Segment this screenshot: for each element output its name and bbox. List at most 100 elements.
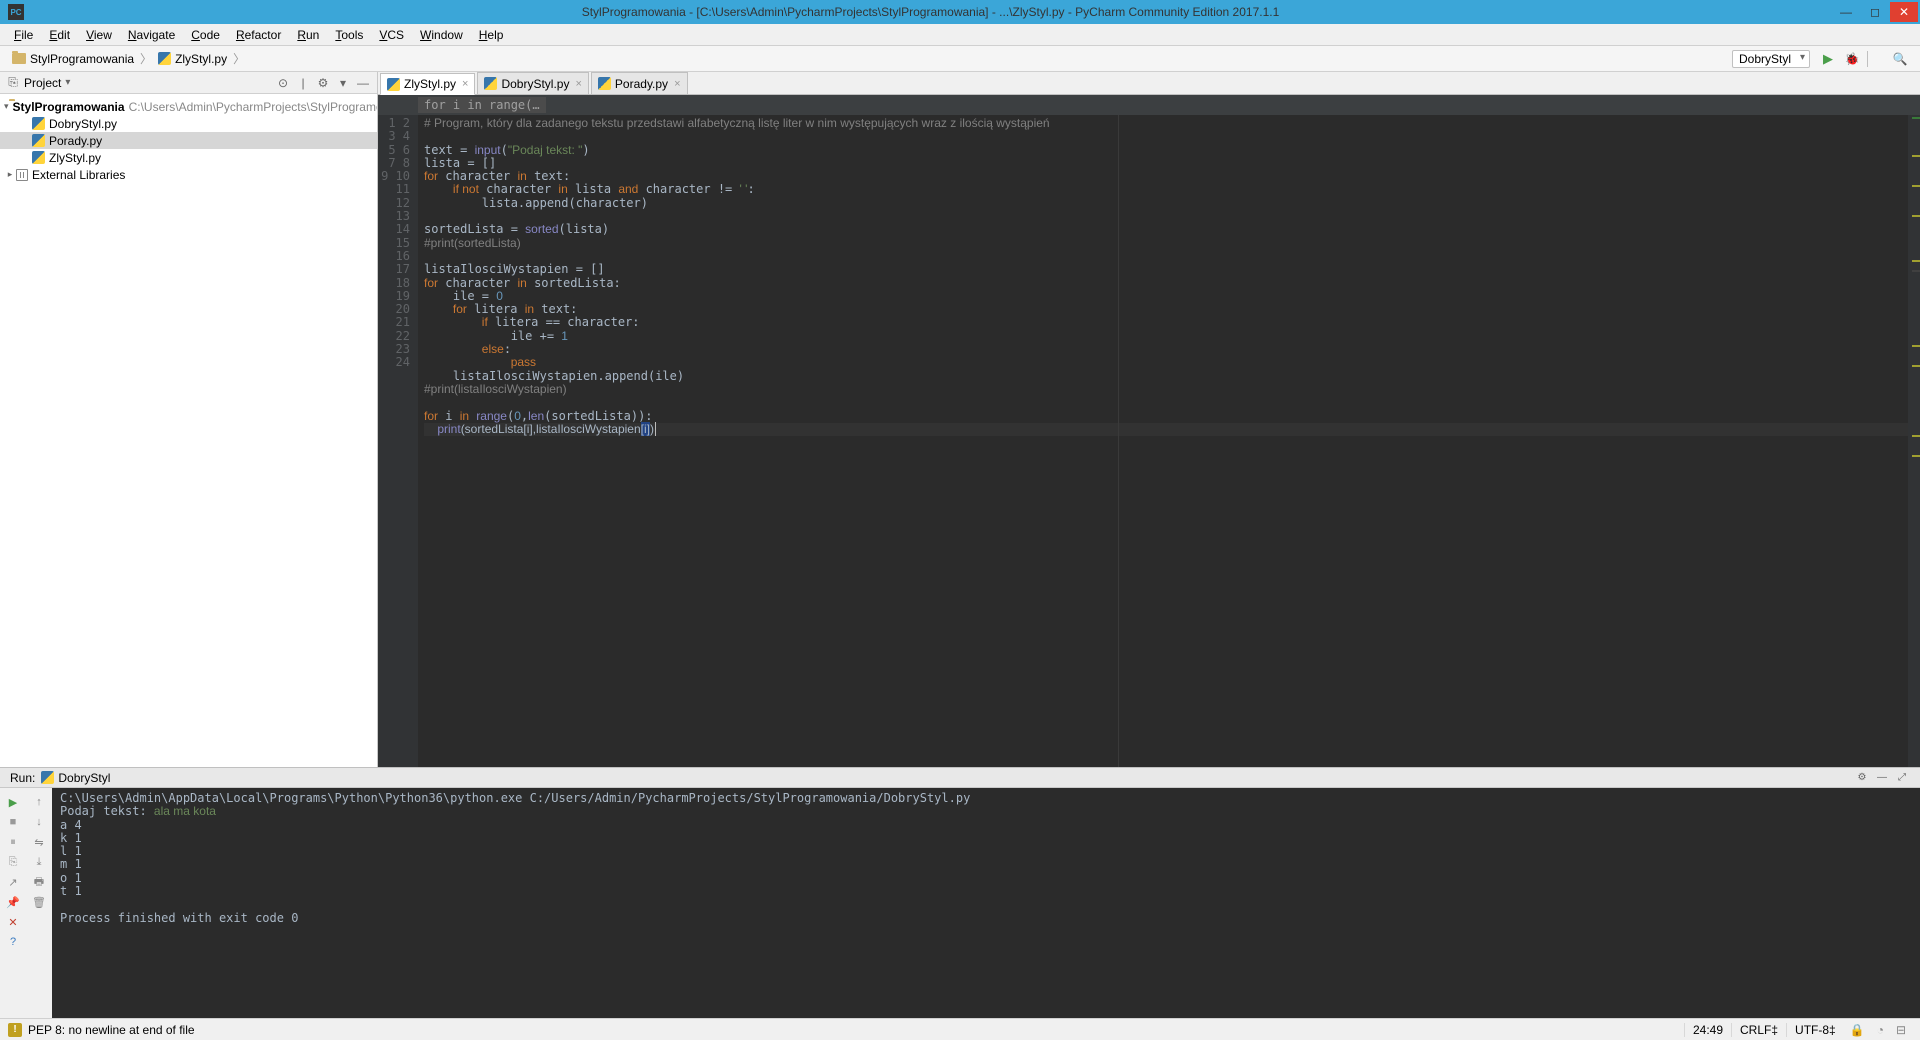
run-button[interactable]: ▶: [1819, 50, 1837, 68]
collapse-all-button[interactable]: ⊙: [275, 76, 291, 90]
inspector-icon[interactable]: ◔: [1871, 1023, 1890, 1037]
error-stripe[interactable]: [1908, 115, 1920, 767]
up-button[interactable]: ↑: [30, 793, 48, 811]
file-encoding[interactable]: UTF-8‡: [1786, 1023, 1844, 1037]
editor-area: ZlyStyl.py×DobryStyl.py×Porady.py× for i…: [378, 72, 1920, 767]
editor-tab[interactable]: ZlyStyl.py ×: [380, 73, 475, 95]
tree-file[interactable]: Porady.py: [0, 132, 377, 149]
chevron-right-icon: 〉: [231, 50, 247, 67]
menu-tools[interactable]: Tools: [327, 26, 371, 44]
menu-help[interactable]: Help: [471, 26, 512, 44]
project-tree[interactable]: ▾ StylProgramowania C:\Users\Admin\Pycha…: [0, 94, 377, 767]
dropdown-icon[interactable]: ▾: [335, 76, 351, 90]
breadcrumb-root[interactable]: StylProgramowania: [8, 52, 138, 66]
pin-tab-button[interactable]: 📌: [4, 893, 22, 911]
cursor-position[interactable]: 24:49: [1684, 1023, 1731, 1037]
lock-icon[interactable]: 🔒: [1844, 1023, 1871, 1037]
status-bar: ! PEP 8: no newline at end of file 24:49…: [0, 1018, 1920, 1040]
close-button[interactable]: ✕: [4, 913, 22, 931]
tab-label: Porady.py: [615, 77, 668, 91]
code-editor[interactable]: # Program, który dla zadanego tekstu prz…: [418, 115, 1908, 767]
menu-code[interactable]: Code: [183, 26, 228, 44]
pin-icon[interactable]: ⎘: [6, 75, 20, 90]
scroll-end-button[interactable]: ⤓: [30, 853, 48, 871]
tree-label: StylProgramowania: [13, 100, 125, 114]
menu-view[interactable]: View: [78, 26, 120, 44]
tree-file[interactable]: ZlyStyl.py: [0, 149, 377, 166]
line-gutter: 1 2 3 4 5 6 7 8 9 10 11 12 13 14 15 16 1…: [378, 115, 418, 767]
editor-tab[interactable]: DobryStyl.py×: [477, 72, 588, 94]
dropdown-icon[interactable]: ▾: [65, 77, 70, 88]
tree-label: Porady.py: [49, 134, 102, 148]
clear-button[interactable]: 🗑: [30, 893, 48, 911]
python-file-icon: [158, 52, 171, 65]
rerun-button[interactable]: ▶: [4, 793, 22, 811]
tree-path: C:\Users\Admin\PycharmProjects\StylProgr…: [129, 100, 377, 114]
folder-icon: [12, 53, 26, 64]
tree-file[interactable]: DobryStyl.py: [0, 115, 377, 132]
run-panel-header: Run: DobryStyl ⚙ — ⤢: [0, 768, 1920, 788]
run-panel: Run: DobryStyl ⚙ — ⤢ ▶ ■ ⏸ ⎘ ↗ 📌 ✕ ? ↑ ↓: [0, 768, 1920, 1018]
run-config-selector[interactable]: DobryStyl: [1732, 50, 1810, 68]
maximize-button[interactable]: ◻: [1861, 2, 1889, 22]
expand-icon[interactable]: ▾: [4, 101, 9, 112]
breadcrumb-label: StylProgramowania: [30, 52, 134, 66]
menu-bar: FileEditViewNavigateCodeRefactorRunTools…: [0, 24, 1920, 46]
window-title: StylProgramowania - [C:\Users\Admin\Pych…: [30, 5, 1831, 19]
help-button[interactable]: ?: [4, 933, 22, 951]
python-file-icon: [387, 78, 400, 91]
divider: [1867, 51, 1885, 67]
tree-label: ZlyStyl.py: [49, 151, 101, 165]
menu-window[interactable]: Window: [412, 26, 471, 44]
settings-icon[interactable]: ⚙: [315, 76, 331, 90]
restore-layout-button[interactable]: ↗: [4, 873, 22, 891]
app-icon: PC: [8, 4, 24, 20]
pause-button[interactable]: ⏸: [4, 833, 22, 851]
search-button[interactable]: 🔍: [1891, 50, 1909, 68]
code-area[interactable]: 1 2 3 4 5 6 7 8 9 10 11 12 13 14 15 16 1…: [378, 115, 1920, 767]
settings-icon[interactable]: ⚙: [1854, 772, 1870, 783]
tree-label: DobryStyl.py: [49, 117, 117, 131]
run-config-label: DobryStyl: [41, 771, 110, 785]
tab-label: ZlyStyl.py: [404, 77, 456, 91]
project-panel: ⎘ Project ▾ ⊙ | ⚙ ▾ — ▾ StylProgramowani…: [0, 72, 378, 767]
python-file-icon: [41, 771, 54, 784]
status-message: PEP 8: no newline at end of file: [28, 1023, 195, 1037]
expand-icon[interactable]: ▸: [4, 169, 16, 180]
editor-tab[interactable]: Porady.py ×: [591, 72, 688, 94]
menu-refactor[interactable]: Refactor: [228, 26, 289, 44]
restore-panel-button[interactable]: ⤢: [1894, 772, 1910, 783]
minimize-panel-button[interactable]: —: [1874, 772, 1890, 783]
close-tab-icon[interactable]: ×: [674, 78, 680, 90]
close-button[interactable]: ✕: [1890, 2, 1918, 22]
print-button[interactable]: 🖶: [30, 873, 48, 891]
menu-navigate[interactable]: Navigate: [120, 26, 183, 44]
code-breadcrumb-bar: for i in range(…: [378, 95, 1920, 115]
minimize-button[interactable]: —: [1832, 2, 1860, 22]
hide-button[interactable]: —: [355, 76, 371, 90]
chevron-right-icon: 〉: [138, 50, 154, 67]
code-breadcrumb[interactable]: for i in range(…: [418, 97, 546, 113]
line-separator[interactable]: CRLF‡: [1731, 1023, 1786, 1037]
breadcrumb-label: ZlyStyl.py: [175, 52, 227, 66]
warning-icon[interactable]: !: [8, 1023, 22, 1037]
close-tab-icon[interactable]: ×: [575, 78, 581, 90]
tree-root[interactable]: ▾ StylProgramowania C:\Users\Admin\Pycha…: [0, 98, 377, 115]
menu-run[interactable]: Run: [289, 26, 327, 44]
debug-button[interactable]: 🐞: [1843, 50, 1861, 68]
soft-wrap-button[interactable]: ⇋: [30, 833, 48, 851]
trash-icon[interactable]: ⊟: [1890, 1023, 1912, 1037]
down-button[interactable]: ↓: [30, 813, 48, 831]
console-output[interactable]: C:\Users\Admin\AppData\Local\Programs\Py…: [52, 788, 1920, 1018]
python-file-icon: [598, 77, 611, 90]
menu-vcs[interactable]: VCS: [371, 26, 412, 44]
python-file-icon: [32, 151, 45, 164]
tree-external-libs[interactable]: ▸ External Libraries: [0, 166, 377, 183]
menu-file[interactable]: File: [6, 26, 41, 44]
close-tab-icon[interactable]: ×: [462, 78, 468, 90]
navigation-bar: StylProgramowania 〉 ZlyStyl.py 〉 DobrySt…: [0, 46, 1920, 72]
stop-button[interactable]: ■: [4, 813, 22, 831]
menu-edit[interactable]: Edit: [41, 26, 78, 44]
dump-button[interactable]: ⎘: [4, 853, 22, 871]
breadcrumb-file[interactable]: ZlyStyl.py: [154, 52, 231, 66]
